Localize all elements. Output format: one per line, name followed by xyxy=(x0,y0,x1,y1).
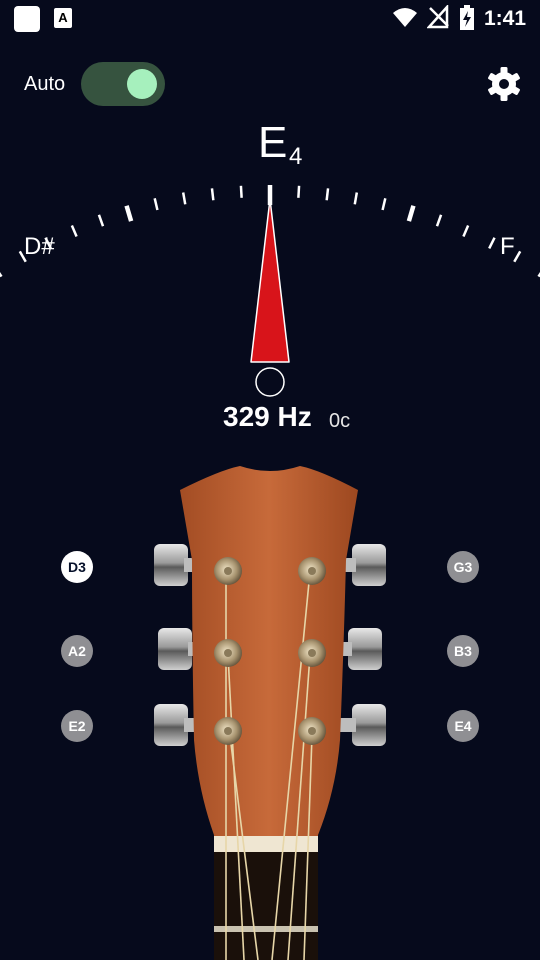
flat-note-label: D# xyxy=(24,233,55,260)
gear-icon[interactable] xyxy=(486,66,522,102)
auto-label: Auto xyxy=(24,73,66,95)
string-button-left-2[interactable]: A2 xyxy=(61,635,93,667)
tuner-needle xyxy=(250,198,290,363)
gauge-tick xyxy=(488,237,496,249)
gauge-tick xyxy=(435,214,443,227)
auto-toggle[interactable] xyxy=(81,62,165,106)
needle-pivot xyxy=(255,367,285,397)
gauge-tick xyxy=(124,205,134,222)
gauge-tick xyxy=(353,192,359,205)
gauge-tick xyxy=(513,250,522,263)
status-time: 1:41 xyxy=(483,7,526,30)
guitar-nut xyxy=(214,836,318,852)
battery-charging-icon xyxy=(460,5,474,30)
gauge-tick xyxy=(381,198,387,211)
no-signal-icon xyxy=(427,5,449,29)
string-button-left-1[interactable]: D3 xyxy=(61,551,93,583)
string-button-right-3[interactable]: E4 xyxy=(447,710,479,742)
gauge-tick xyxy=(239,185,243,198)
current-note: E xyxy=(258,118,288,167)
fret xyxy=(214,926,318,932)
gauge-tick xyxy=(462,224,470,238)
current-octave: 4 xyxy=(289,143,303,170)
status-bar: A 1:41 xyxy=(0,0,540,38)
toggle-knob xyxy=(127,69,157,99)
gauge-tick xyxy=(181,192,187,205)
gauge-tick xyxy=(325,188,330,201)
fretboard xyxy=(214,852,318,960)
app-square-icon xyxy=(14,6,40,32)
string-button-right-2[interactable]: B3 xyxy=(447,635,479,667)
cents-readout: 0c xyxy=(329,410,351,432)
gauge-tick xyxy=(97,214,105,227)
sharp-note-label: F xyxy=(500,233,515,260)
gauge-tick xyxy=(0,271,3,278)
gauge-tick xyxy=(210,188,215,201)
gauge-tick xyxy=(70,224,78,238)
string-button-right-1[interactable]: G3 xyxy=(447,551,479,583)
gauge-tick xyxy=(297,185,301,198)
font-a-icon: A xyxy=(54,8,72,28)
frequency-readout: 329 Hz xyxy=(223,401,312,432)
gauge-tick xyxy=(153,198,159,211)
string-button-left-3[interactable]: E2 xyxy=(61,710,93,742)
gauge-tick xyxy=(406,205,416,222)
wifi-icon xyxy=(393,8,417,27)
